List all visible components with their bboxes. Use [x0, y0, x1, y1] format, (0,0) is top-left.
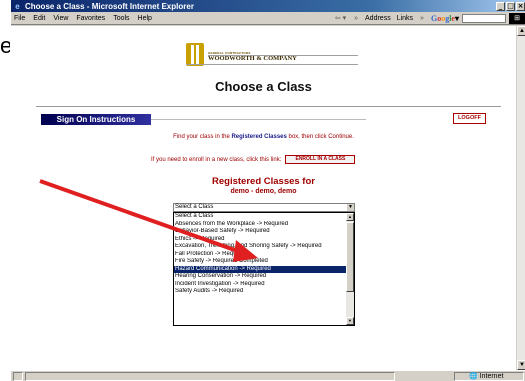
scroll-thumb[interactable] — [346, 222, 354, 292]
class-select[interactable]: Select a Class ▼ — [173, 203, 355, 212]
links-label[interactable]: Links — [397, 15, 413, 22]
maximize-button[interactable]: □ — [506, 1, 515, 11]
title-bar: e Choose a Class - Microsoft Internet Ex… — [11, 0, 525, 12]
page-scrollbar[interactable]: ▲ ▼ — [516, 26, 525, 370]
page-viewport: GENERAL CONTRACTORS WOODWORTH & COMPANY … — [11, 26, 516, 370]
page-scroll-up-icon[interactable]: ▲ — [517, 26, 525, 36]
class-option[interactable]: Ethics -> Required — [174, 236, 346, 244]
class-option[interactable]: Fall Protection -> Required — [174, 251, 346, 259]
class-select-value: Select a Class — [175, 204, 214, 210]
menu-view[interactable]: View — [53, 15, 68, 22]
find-text-before: Find your class in the — [173, 134, 232, 140]
logo-rule-bottom — [186, 64, 358, 65]
class-option[interactable]: Safety Audits -> Required — [174, 288, 346, 296]
status-text — [25, 371, 395, 381]
scroll-down-icon[interactable]: ▼ — [346, 317, 354, 325]
divider — [36, 106, 501, 107]
find-class-instructions: Find your class in the Registered Classe… — [11, 134, 516, 140]
ie-logo-icon: e — [15, 1, 20, 11]
logo-company-name: WOODWORTH & COMPANY — [208, 55, 297, 62]
menu-tools[interactable]: Tools — [113, 15, 129, 22]
class-option[interactable]: Behavior-Based Safety -> Required — [174, 228, 346, 236]
logo-mark-icon — [186, 43, 204, 66]
google-toolbar-logo[interactable]: Google▾ — [431, 14, 459, 23]
menu-bar: File Edit View Favorites Tools Help ⇦ ▾ … — [11, 12, 525, 25]
globe-icon: 🌐 — [469, 372, 478, 380]
logoff-button[interactable]: LOGOFF — [453, 113, 486, 124]
class-option-highlighted[interactable]: Hazard Communication -> Required — [174, 265, 346, 273]
class-option[interactable]: Incident Investigation -> Required — [174, 281, 346, 289]
registered-user-name: demo - demo, demo — [230, 188, 297, 195]
address-label[interactable]: Address — [365, 15, 391, 22]
find-text-after: box, then click Continue. — [286, 134, 354, 140]
find-text-bold: Registered Classes — [231, 134, 287, 140]
sign-on-instructions-link[interactable]: Sign On Instructions — [41, 114, 151, 125]
google-search-input[interactable] — [462, 13, 506, 23]
page-title: Choose a Class — [215, 79, 312, 94]
company-logo: GENERAL CONTRACTORS WOODWORTH & COMPANY — [186, 43, 361, 73]
dropdown-scrollbar[interactable]: ▲ ▼ — [346, 213, 354, 325]
class-option[interactable]: Fire Safety -> Required Completed — [174, 258, 346, 266]
close-button[interactable]: × — [516, 1, 525, 11]
minimize-button[interactable]: _ — [496, 1, 505, 11]
class-dropdown-list[interactable]: Select a Class Absences from the Workpla… — [173, 212, 355, 326]
enroll-row: If you need to enroll in a new class, cl… — [151, 155, 356, 164]
scroll-up-icon[interactable]: ▲ — [346, 213, 354, 221]
menu-edit[interactable]: Edit — [33, 15, 45, 22]
toolbar-right: ⇦ ▾ » Address Links » Google▾ ⊞ — [331, 12, 525, 24]
page-scroll-down-icon[interactable]: ▼ — [517, 360, 525, 370]
screenshot: e. e Choose a Class - Microsoft Internet… — [0, 0, 525, 381]
registered-classes-heading: Registered Classes for — [212, 176, 315, 187]
enroll-instructions: If you need to enroll in a new class, cl… — [151, 156, 282, 163]
browser-window: e Choose a Class - Microsoft Internet Ex… — [10, 0, 525, 381]
window-title: Choose a Class - Microsoft Internet Expl… — [25, 1, 194, 11]
windows-throbber-icon: ⊞ — [509, 12, 525, 24]
status-bar: 🌐 Internet — [11, 370, 525, 381]
back-arrow-icon[interactable]: ⇦ ▾ — [335, 14, 346, 22]
menu-favorites[interactable]: Favorites — [76, 15, 105, 22]
toolbar-chevron-icon[interactable]: » — [354, 15, 358, 22]
menu-file[interactable]: File — [14, 15, 25, 22]
menu-help[interactable]: Help — [138, 15, 152, 22]
links-chevron-icon[interactable]: » — [420, 15, 424, 22]
class-option[interactable]: Hearing Conservation -> Required — [174, 273, 346, 281]
enroll-in-class-button[interactable]: ENROLL IN A CLASS — [285, 155, 356, 164]
class-option[interactable]: Excavation, Trenching, and Shoring Safet… — [174, 243, 346, 251]
instructions-rule — [151, 119, 366, 120]
class-option[interactable]: Absences from the Workplace -> Required — [174, 221, 346, 229]
dropdown-arrow-icon[interactable]: ▼ — [347, 204, 354, 211]
class-option[interactable]: Select a Class — [174, 213, 346, 221]
security-zone: 🌐 Internet — [454, 371, 524, 381]
zone-label: Internet — [479, 372, 504, 380]
page-status-icon — [13, 371, 23, 381]
